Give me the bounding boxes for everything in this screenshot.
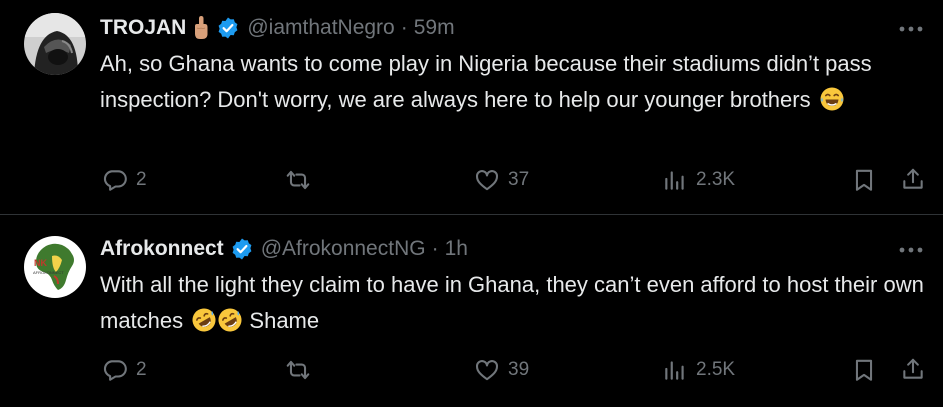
svg-text:AFROKONNECT: AFROKONNECT [33, 270, 64, 275]
verified-badge-icon [230, 237, 254, 261]
afrokonnect-logo-icon: NK AFROKONNECT [24, 236, 86, 298]
timestamp[interactable]: 59m [414, 16, 455, 40]
retweet-button[interactable] [285, 357, 311, 383]
user-handle[interactable]: @iamthatNegro [247, 16, 394, 40]
tweet-text-suffix: Shame [249, 308, 320, 333]
svg-text:NK: NK [34, 258, 47, 268]
views-icon [662, 167, 688, 193]
separator-dot: · [431, 237, 439, 260]
more-options-icon[interactable] [896, 242, 926, 258]
retweet-button[interactable] [285, 167, 311, 193]
timestamp[interactable]: 1h [445, 237, 468, 261]
reply-button[interactable]: 2 [102, 167, 147, 193]
views-button[interactable]: 2.5K [662, 357, 735, 383]
retweet-icon [285, 357, 311, 383]
bookmark-icon [851, 167, 877, 193]
retweet-icon [285, 167, 311, 193]
user-handle[interactable]: @AfrokonnectNG [261, 237, 426, 261]
share-icon [900, 166, 926, 192]
share-button[interactable] [900, 166, 926, 192]
like-count: 39 [508, 359, 530, 380]
avatar-trojan[interactable] [24, 13, 86, 75]
separator-dot: · [400, 16, 408, 39]
reply-icon [102, 167, 128, 193]
tears-of-joy-emoji-icon [819, 86, 845, 112]
tweet-text: With all the light they claim to have in… [100, 267, 930, 339]
reply-button[interactable]: 2 [102, 357, 147, 383]
tweet-header: TROJAN @iamthatNegro · 59m [100, 12, 455, 44]
more-options-icon[interactable] [896, 21, 926, 37]
bookmark-button[interactable] [851, 167, 877, 193]
bookmark-button[interactable] [851, 357, 877, 383]
view-count: 2.3K [696, 169, 736, 190]
reply-count: 2 [136, 359, 147, 380]
verified-badge-icon [216, 16, 240, 40]
bookmark-icon [851, 357, 877, 383]
display-name[interactable]: TROJAN [100, 16, 186, 40]
reply-count: 2 [136, 169, 147, 190]
share-icon [900, 356, 926, 382]
rofl-emoji-icon [217, 307, 243, 333]
like-count: 37 [508, 169, 530, 190]
heart-icon [474, 167, 500, 193]
share-button[interactable] [900, 356, 926, 382]
view-count: 2.5K [696, 359, 736, 380]
like-button[interactable]: 37 [474, 167, 529, 193]
display-name[interactable]: Afrokonnect [100, 237, 224, 261]
avatar-image [24, 13, 86, 75]
reply-icon [102, 357, 128, 383]
rofl-emoji-icon [191, 307, 217, 333]
views-icon [662, 357, 688, 383]
middle-finger-emoji-icon [195, 16, 208, 39]
tweet-header: Afrokonnect @AfrokonnectNG · 1h [100, 233, 468, 265]
views-button[interactable]: 2.3K [662, 167, 735, 193]
heart-icon [474, 357, 500, 383]
tweet-text-content: Ah, so Ghana wants to come play in Niger… [100, 51, 872, 112]
tweet-text: Ah, so Ghana wants to come play in Niger… [100, 46, 930, 118]
like-button[interactable]: 39 [474, 357, 529, 383]
tweet-divider [0, 214, 943, 215]
avatar-afrokonnect[interactable]: NK AFROKONNECT [24, 236, 86, 298]
